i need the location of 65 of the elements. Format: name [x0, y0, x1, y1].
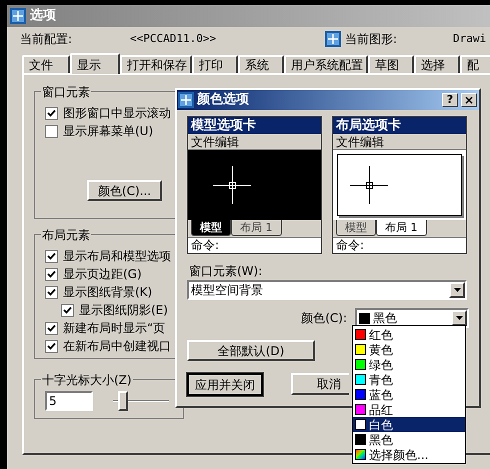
color-option[interactable]: 黄色 [353, 342, 465, 357]
group-title: 窗口元素 [41, 83, 91, 101]
window-title: 颜色选项 [197, 90, 250, 110]
field-label: 当前配置: [20, 31, 74, 48]
palette-icon [355, 449, 366, 460]
window-title: 选项 [30, 7, 56, 26]
app-icon [10, 8, 26, 24]
tab[interactable]: 系统 [238, 55, 284, 73]
checkbox[interactable] [45, 286, 58, 298]
drawing-name: Drawi [453, 30, 486, 47]
crosshair-icon [213, 166, 251, 204]
checkbox[interactable] [45, 322, 58, 334]
color-option[interactable]: 蓝色 [353, 387, 465, 402]
group-title: 布局元素 [41, 226, 91, 244]
checkbox[interactable] [45, 124, 58, 138]
tab[interactable]: 显示 [70, 53, 120, 74]
slider-thumb[interactable] [118, 391, 128, 411]
checkbox-label: 显示布局和模型选项 [63, 248, 171, 265]
checkbox-label: 显示图纸阴影(E) [79, 302, 168, 319]
checkbox[interactable] [45, 250, 58, 262]
field-label: 窗口元素(W): [188, 263, 264, 278]
apply-button[interactable]: 应用并关闭 [187, 373, 263, 396]
app-icon [178, 92, 194, 108]
checkbox-label: 显示屏幕菜单(U) [63, 123, 154, 140]
size-field[interactable]: 5 [45, 391, 93, 411]
preview-title: 模型选项卡 [188, 117, 321, 134]
color-option[interactable]: 黑色 [353, 432, 465, 447]
checkbox-label: 显示页边距(G) [63, 266, 142, 283]
app-icon [325, 31, 341, 47]
tab[interactable]: 用户系统配置 [284, 55, 368, 73]
close-button[interactable]: × [461, 93, 477, 107]
preview-menu: 文件编辑 [188, 134, 321, 150]
tab[interactable]: 草图 [368, 55, 414, 73]
tab[interactable]: 文件 [22, 55, 70, 73]
group-title: 十字光标大小(Z) [41, 371, 133, 389]
checkbox[interactable] [45, 106, 58, 120]
color-option[interactable]: 品红 [353, 402, 465, 417]
default-button[interactable]: 全部默认(D) [187, 340, 315, 361]
profile-name: <<PCCAD11.0>> [130, 30, 218, 47]
checkbox-label: 显示图纸背景(K) [63, 284, 152, 301]
checkbox[interactable] [61, 304, 74, 316]
size-slider[interactable] [113, 391, 169, 411]
tab[interactable]: 打开和保存 [120, 55, 192, 73]
color-option[interactable]: 选择颜色... [353, 447, 465, 462]
preview-title: 布局选项卡 [333, 117, 466, 134]
checkbox-label: 图形窗口中显示滚动 [63, 105, 171, 122]
preview-menu: 文件编辑 [333, 134, 466, 150]
crosshair-icon [350, 166, 388, 204]
color-button[interactable]: 颜色(C)... [87, 180, 162, 201]
field-label: 当前图形: [345, 31, 398, 48]
tab[interactable]: 配 [460, 55, 490, 73]
checkbox[interactable] [45, 268, 58, 280]
color-option[interactable]: 绿色 [353, 357, 465, 372]
color-option[interactable]: 红色 [353, 327, 465, 342]
field-label: 颜色(C): [300, 310, 347, 327]
tab[interactable]: 打印 [192, 55, 238, 73]
cancel-button[interactable]: 取消 [291, 373, 349, 395]
checkbox-label: 在新布局中创建视口 [63, 338, 171, 355]
help-button[interactable]: ? [442, 93, 458, 107]
tab[interactable]: 选择 [414, 55, 460, 73]
checkbox[interactable] [45, 340, 58, 352]
checkbox-label: 新建布局时显示“页 [63, 320, 166, 337]
color-option[interactable]: 青色 [353, 372, 465, 387]
color-option[interactable]: 白色 [353, 417, 465, 432]
element-dropdown[interactable]: 模型空间背景 [187, 280, 467, 300]
